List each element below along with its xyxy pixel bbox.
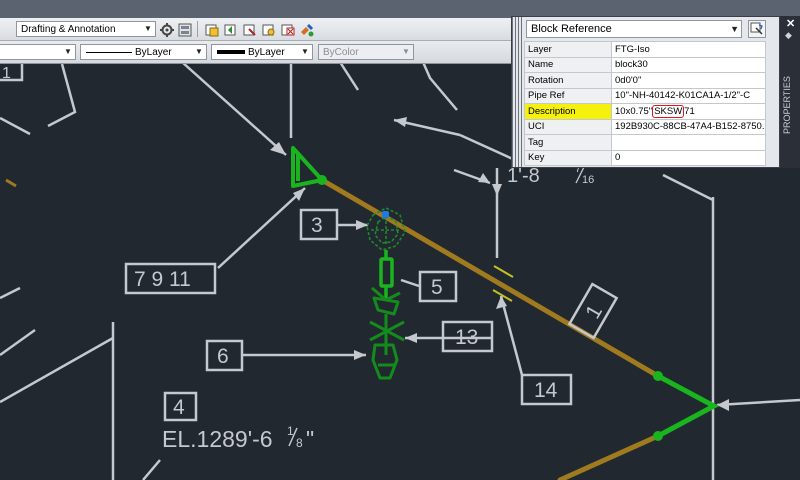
property-value[interactable]: 192B930C-88CB-47A4-B152-8750...: [611, 118, 766, 135]
property-row[interactable]: Pipe Ref 10"-NH-40142-K01CA1A-1/2"-C: [524, 87, 766, 104]
chevron-down-icon: ▼: [301, 47, 309, 56]
partial-dropdown[interactable]: ▼: [0, 44, 76, 60]
linetype-value: ByLayer: [135, 47, 172, 58]
property-name: Pipe Ref: [524, 87, 612, 104]
property-value[interactable]: [611, 134, 766, 151]
palette-drag-handle[interactable]: [512, 17, 524, 167]
chevron-down-icon: ▼: [144, 24, 152, 33]
auto-hide-icon[interactable]: ◆: [785, 30, 792, 41]
lineweight-value: ByLayer: [248, 47, 285, 58]
quick-select-icon: [750, 22, 763, 35]
flange-node[interactable]: [317, 175, 327, 185]
elevation-inch-mark: ": [306, 426, 314, 452]
elbow-end-node[interactable]: [653, 431, 663, 441]
dimension-fraction-den: 16: [582, 174, 594, 186]
property-row[interactable]: Tag: [524, 134, 766, 151]
property-value-description[interactable]: 10x0.75" SKSW 71: [611, 103, 766, 120]
gear-icon[interactable]: [158, 21, 174, 37]
chevron-down-icon: ▼: [730, 24, 739, 34]
layer-tools-icon[interactable]: [298, 21, 314, 37]
property-name: Key: [524, 149, 612, 166]
description-highlight-mark: SKSW: [652, 104, 685, 118]
property-row[interactable]: Key 0: [524, 149, 766, 166]
property-value[interactable]: 0: [611, 149, 766, 166]
layer-isolate-icon[interactable]: [260, 21, 276, 37]
properties-grid: Layer FTG-Iso Name block30 Rotation 0d0'…: [524, 41, 766, 166]
palette-title: PROPERTIES: [782, 76, 792, 134]
elbow-end-node[interactable]: [653, 371, 663, 381]
elevation-fraction-den: 8: [296, 436, 303, 450]
layer-previous-icon[interactable]: [222, 21, 238, 37]
property-value[interactable]: FTG-Iso: [611, 41, 766, 58]
layer-freeze-icon[interactable]: [279, 21, 295, 37]
workspace-value: Drafting & Annotation: [21, 24, 116, 35]
grip-point[interactable]: [382, 211, 389, 218]
balloon-13-label: 13: [455, 326, 478, 349]
property-name: Name: [524, 56, 612, 73]
chevron-down-icon: ▼: [64, 47, 72, 56]
property-row[interactable]: Rotation 0d0'0": [524, 72, 766, 89]
workspace-icon[interactable]: [176, 21, 192, 37]
description-prefix: 10x0.75": [615, 105, 653, 117]
property-name-highlighted: Description: [524, 103, 612, 120]
plotstyle-value: ByColor: [323, 47, 359, 58]
layer-match-icon[interactable]: [241, 21, 257, 37]
property-row[interactable]: Name block30: [524, 56, 766, 73]
property-row[interactable]: Layer FTG-Iso: [524, 41, 766, 58]
balloon-topleft-label: 1: [2, 65, 11, 82]
lineweight-dropdown[interactable]: ByLayer ▼: [211, 44, 313, 60]
property-name: UCI: [524, 118, 612, 135]
property-row[interactable]: UCI 192B930C-88CB-47A4-B152-8750...: [524, 118, 766, 135]
lineweight-sample-icon: [217, 50, 245, 54]
linetype-dropdown[interactable]: ByLayer ▼: [80, 44, 207, 60]
balloon-6-label: 6: [217, 345, 229, 368]
layer-state-icon[interactable]: [203, 21, 219, 37]
balloon-4-label: 4: [173, 396, 185, 419]
balloon-7911-label: 7 9 11: [134, 268, 191, 291]
toolbar-separator: [197, 21, 198, 37]
object-type-value: Block Reference: [531, 23, 612, 35]
balloon-14-label: 14: [534, 379, 558, 402]
plotstyle-dropdown[interactable]: ByColor ▼: [318, 44, 414, 60]
chevron-down-icon: ▼: [402, 47, 410, 56]
elevation-text: EL.1289'-6: [162, 426, 273, 452]
dimension-text: 1'-8: [507, 165, 540, 187]
workspace-dropdown[interactable]: Drafting & Annotation ▼: [16, 21, 156, 37]
property-row-description[interactable]: Description 10x0.75" SKSW 71: [524, 103, 766, 120]
chevron-down-icon: ▼: [195, 47, 203, 56]
property-value[interactable]: block30: [611, 56, 766, 73]
quick-select-button[interactable]: [748, 20, 766, 38]
description-suffix: 71: [684, 105, 695, 117]
property-name: Tag: [524, 134, 612, 151]
property-value[interactable]: 0d0'0": [611, 72, 766, 89]
balloon-5-label: 5: [431, 276, 443, 299]
linetype-sample-icon: [86, 52, 132, 53]
palette-title-bar[interactable]: ✕ ◆ PROPERTIES: [780, 16, 800, 168]
balloon-3-label: 3: [311, 214, 323, 237]
close-icon[interactable]: ✕: [786, 17, 795, 30]
property-name: Layer: [524, 41, 612, 58]
object-type-dropdown[interactable]: Block Reference ▼: [526, 20, 742, 38]
property-name: Rotation: [524, 72, 612, 89]
property-value[interactable]: 10"-NH-40142-K01CA1A-1/2"-C: [611, 87, 766, 104]
